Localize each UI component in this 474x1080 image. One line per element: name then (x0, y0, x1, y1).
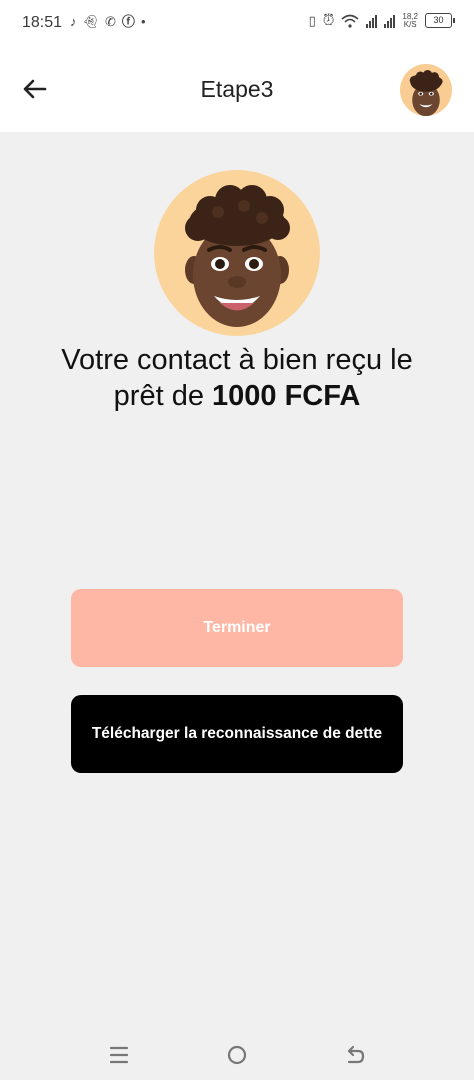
memoji-icon (185, 185, 290, 327)
notification-icons: ♪ 👻︎ ✆ ⓕ • (70, 13, 146, 31)
network-speed-unit: K/S (403, 19, 417, 29)
menu-icon (109, 1046, 129, 1064)
signal-icon (366, 14, 378, 28)
contact-avatar (154, 170, 320, 336)
whatsapp-icon: ✆ (105, 14, 116, 29)
download-debt-acknowledgment-button[interactable]: Télécharger la reconnaissance de dette (71, 695, 403, 773)
network-speed: 18,2 K/S (402, 12, 418, 29)
status-time: 18:51 (22, 14, 63, 31)
finish-button[interactable]: Terminer (71, 589, 403, 667)
app-header: Etape3 (0, 48, 474, 132)
vibrate-icon: ▯ (308, 12, 316, 28)
memoji-icon (409, 69, 443, 116)
recent-apps-button[interactable] (106, 1042, 132, 1068)
facebook-icon: ⓕ (121, 14, 135, 29)
back-icon (347, 1045, 365, 1064)
system-icons: ▯ ⏰︎ 18,2 K/S 30 (308, 12, 455, 29)
snapchat-icon: 👻︎ (82, 14, 100, 29)
status-bar: 18:51 ♪ 👻︎ ✆ ⓕ • ▯ ⏰︎ 18,2 K/S 30 (0, 0, 474, 48)
alarm-icon: ⏰︎ (322, 12, 335, 29)
home-circle-icon (227, 1045, 247, 1065)
avatar[interactable] (400, 64, 452, 116)
home-button[interactable] (224, 1042, 250, 1068)
confirmation-message: Votre contact à bien reçu le prêt de 100… (60, 342, 414, 414)
battery-icon: 30 (425, 13, 455, 28)
tiktok-icon: ♪ (70, 14, 77, 29)
system-nav-bar (0, 1030, 474, 1080)
wifi-icon (341, 14, 359, 28)
more-dot-icon: • (140, 14, 146, 29)
loan-amount: 1000 FCFA (212, 380, 361, 412)
system-back-button[interactable] (342, 1042, 368, 1068)
signal-icon-2 (384, 14, 396, 28)
